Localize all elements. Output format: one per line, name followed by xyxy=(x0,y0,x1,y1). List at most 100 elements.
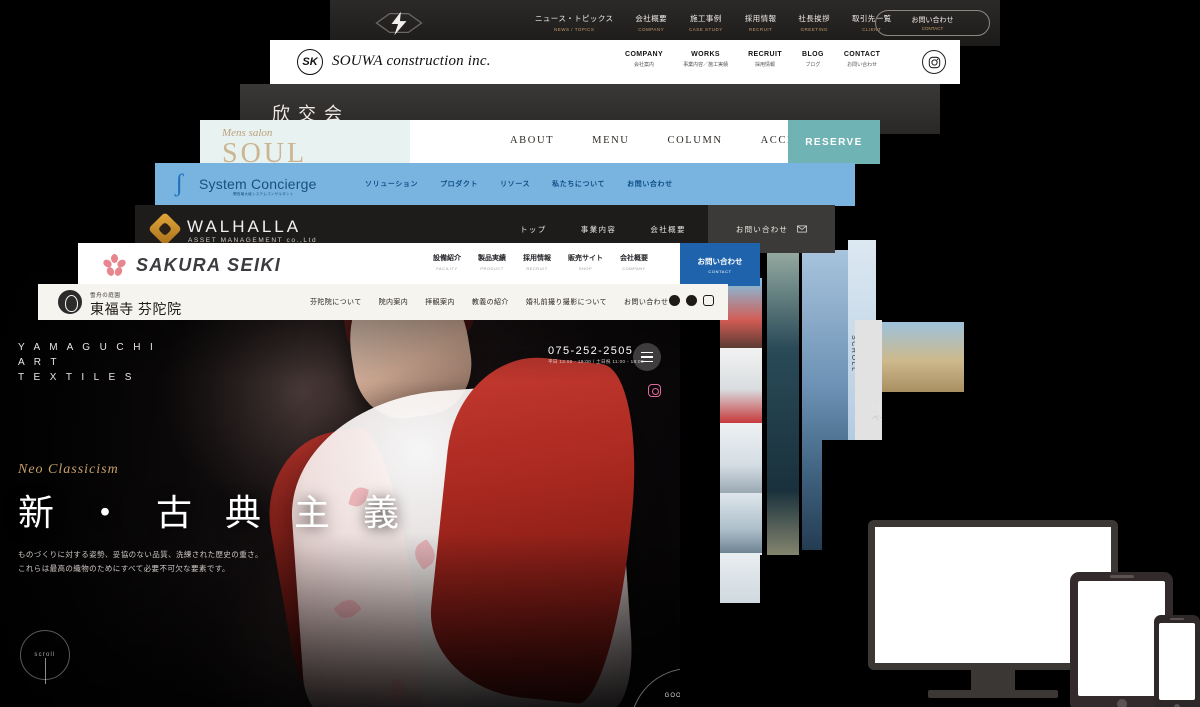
nav-item-company-en: COMPANY xyxy=(622,266,646,271)
souwa-logo-icon[interactable]: SK xyxy=(297,49,323,75)
collage-column-2 xyxy=(764,242,802,597)
gold-diamond-logo-icon[interactable] xyxy=(148,212,182,246)
nav-item-grounds[interactable]: 院内案内 xyxy=(379,297,409,307)
nav-item-company-en: COMPANY xyxy=(638,27,665,32)
beach-thumbnail xyxy=(882,322,964,392)
dark-topics-nav: ニュース・トピックス NEWS / TOPICS 会社概要 COMPANY 施工… xyxy=(535,13,892,32)
nav-item-product[interactable]: プロダクト xyxy=(440,179,478,189)
nav-item-company[interactable]: 会社概要 COMPANY xyxy=(620,253,648,271)
nav-item-resource[interactable]: リソース xyxy=(500,179,530,189)
nav-item-company-en: COMPANY xyxy=(625,51,664,58)
page-title: 新 ・ 古 典 主 義 xyxy=(18,493,412,533)
nav-item-recruit-ja: 採用情報 xyxy=(744,14,777,23)
nav-item-blog-ja: ブログ xyxy=(805,62,821,68)
scroll-line xyxy=(45,658,46,684)
tofukuji-social-links xyxy=(669,295,714,306)
nav-item-company[interactable]: 会社概要 xyxy=(650,224,686,235)
nav-item-news[interactable]: ニュース・トピックス NEWS / TOPICS xyxy=(535,13,613,32)
showcase-collage: Y A M A G U C H I A R T T E X T I L E S … xyxy=(0,0,1200,707)
collage-column-1 xyxy=(720,278,762,603)
nav-item-recruit-ja: 採用情報 xyxy=(523,255,551,262)
nav-item-about-us[interactable]: 私たちについて xyxy=(552,179,605,189)
souwa-wordmark: SOUWA construction inc. xyxy=(332,53,491,69)
nav-item-recruit[interactable]: RECRUIT 採用情報 xyxy=(748,51,782,68)
sakura-contact-button[interactable]: お問い合わせ CONTACT xyxy=(680,243,760,286)
mask-beach-bottom xyxy=(882,392,964,440)
hero-subtext-line-2: これらは最高の織物のためにすべて必要不可欠な要素です。 xyxy=(18,564,230,573)
nav-item-teaching[interactable]: 教義の紹介 xyxy=(472,297,509,307)
nav-item-recruit-en: RECRUIT xyxy=(526,266,548,271)
nav-item-contact[interactable]: CONTACT お問い合わせ xyxy=(844,51,881,68)
nav-item-product[interactable]: 製品実績 PRODUCT xyxy=(478,253,506,271)
temple-seal-icon[interactable] xyxy=(58,290,82,314)
nav-item-recruit-en: RECRUIT xyxy=(748,51,782,58)
salon-logo-text: SOUL xyxy=(222,138,308,164)
instagram-icon[interactable] xyxy=(648,384,661,397)
twitter-icon[interactable] xyxy=(686,295,697,306)
instagram-icon[interactable] xyxy=(922,50,946,74)
facebook-icon[interactable] xyxy=(669,295,680,306)
mask-right xyxy=(964,392,1200,522)
tablet-screen xyxy=(1078,581,1165,696)
concierge-nav: ソリューション プロダクト リソース 私たちについて お問い合わせ xyxy=(365,179,673,189)
nav-item-solution[interactable]: ソリューション xyxy=(365,179,418,189)
nav-item-facility[interactable]: 設備紹介 FACILITY xyxy=(433,253,461,271)
site-header-system-concierge: ʃ System Concierge 関西最大級システムコンサルタント ソリュー… xyxy=(155,163,855,206)
mask-top-right xyxy=(1000,0,1200,40)
brandmark-line-1: Y A M A G U C H I xyxy=(18,342,157,353)
tofukuji-nav: 芬陀院について 院内案内 拝観案内 教義の紹介 婚礼前撮り撮影について お問い合… xyxy=(310,297,668,307)
hero-brandmark: Y A M A G U C H I A R T T E X T I L E S xyxy=(18,340,156,385)
nav-item-business[interactable]: 事業内容 xyxy=(581,224,617,235)
nav-item-news-en: NEWS / TOPICS xyxy=(554,27,595,32)
nav-item-recruit[interactable]: 採用情報 RECRUIT xyxy=(745,13,777,32)
nav-item-company[interactable]: 会社概要 COMPANY xyxy=(635,13,667,32)
site-header-mens-salon: Mens salon SOUL ABOUT MENU COLUMN ACCESS… xyxy=(200,120,880,164)
hero-phone-hours: 平日 12:00 - 19:00 / 土日祝 11:00 - 18:00 xyxy=(548,359,644,364)
reserve-button[interactable]: RESERVE xyxy=(788,120,880,164)
scroll-down-button[interactable]: scroll xyxy=(20,630,70,684)
nav-item-company[interactable]: COMPANY 会社案内 xyxy=(625,51,663,68)
swirl-logo-icon[interactable]: ʃ xyxy=(175,171,197,196)
nav-item-about[interactable]: 芬陀院について xyxy=(310,297,362,307)
nav-item-works-ja: 事業内容／施工実績 xyxy=(683,62,729,68)
nav-item-about[interactable]: ABOUT xyxy=(510,135,554,146)
nav-item-facility-ja: 設備紹介 xyxy=(433,255,461,262)
mail-icon xyxy=(797,225,807,233)
nav-item-facility-en: FACILITY xyxy=(436,266,458,271)
nav-item-case-study-ja: 施工事例 xyxy=(690,14,722,23)
instagram-icon[interactable] xyxy=(703,295,714,306)
nav-item-shop[interactable]: 販売サイト SHOP xyxy=(568,253,603,271)
nav-item-recruit[interactable]: 採用情報 RECRUIT xyxy=(523,253,551,271)
nav-item-blog[interactable]: BLOG ブログ xyxy=(802,51,824,68)
nav-item-product-en: PRODUCT xyxy=(480,266,504,271)
nav-item-menu[interactable]: MENU xyxy=(592,135,629,146)
monitor-stand-foot xyxy=(928,690,1058,698)
smartphone-mockup xyxy=(1154,615,1200,707)
nav-item-column[interactable]: COLUMN xyxy=(668,135,723,146)
nav-item-shop-en: SHOP xyxy=(578,266,593,271)
nav-item-blog-en: BLOG xyxy=(802,51,824,58)
hero-kicker: Neo Classicism xyxy=(18,462,119,477)
nav-item-visit[interactable]: 拝観案内 xyxy=(425,297,455,307)
nav-item-works[interactable]: WORKS 事業内容／施工実績 xyxy=(683,51,728,68)
nav-item-contact[interactable]: お問い合わせ xyxy=(627,179,673,189)
site-header-sakura-seiki: SAKURA SEIKI 設備紹介 FACILITY 製品実績 PRODUCT … xyxy=(78,243,760,286)
nav-item-wedding-photo[interactable]: 婚礼前撮り撮影について xyxy=(526,297,607,307)
nav-item-contact-ja: お問い合わせ xyxy=(847,62,878,68)
nav-item-contact[interactable]: お問い合わせ xyxy=(624,297,668,307)
contact-button-ja: お問い合わせ xyxy=(911,17,954,24)
lightning-bolt-logo-icon[interactable] xyxy=(370,8,428,38)
nav-item-company-ja: 会社案内 xyxy=(634,62,655,68)
concierge-name: System Concierge xyxy=(199,176,317,192)
hero-phone-number[interactable]: 075-252-2505 xyxy=(548,345,633,357)
hamburger-menu-icon[interactable] xyxy=(633,343,661,371)
cherry-blossom-logo-icon[interactable] xyxy=(101,254,128,278)
tablet-home-button xyxy=(1117,699,1127,707)
nav-item-works-en: WORKS xyxy=(691,51,720,58)
nav-item-top[interactable]: トップ xyxy=(520,224,547,235)
hero-copy-block: Neo Classicism 新 ・ 古 典 主 義 ものづくりに対する姿勢、妥… xyxy=(18,462,411,576)
monitor-stand-neck xyxy=(971,670,1015,692)
nav-item-greeting[interactable]: 社長挨拶 GREETING xyxy=(798,13,830,32)
nav-item-case-study[interactable]: 施工事例 CASE STUDY xyxy=(689,13,723,32)
contact-button[interactable]: お問い合わせ CONTACT xyxy=(875,10,990,36)
